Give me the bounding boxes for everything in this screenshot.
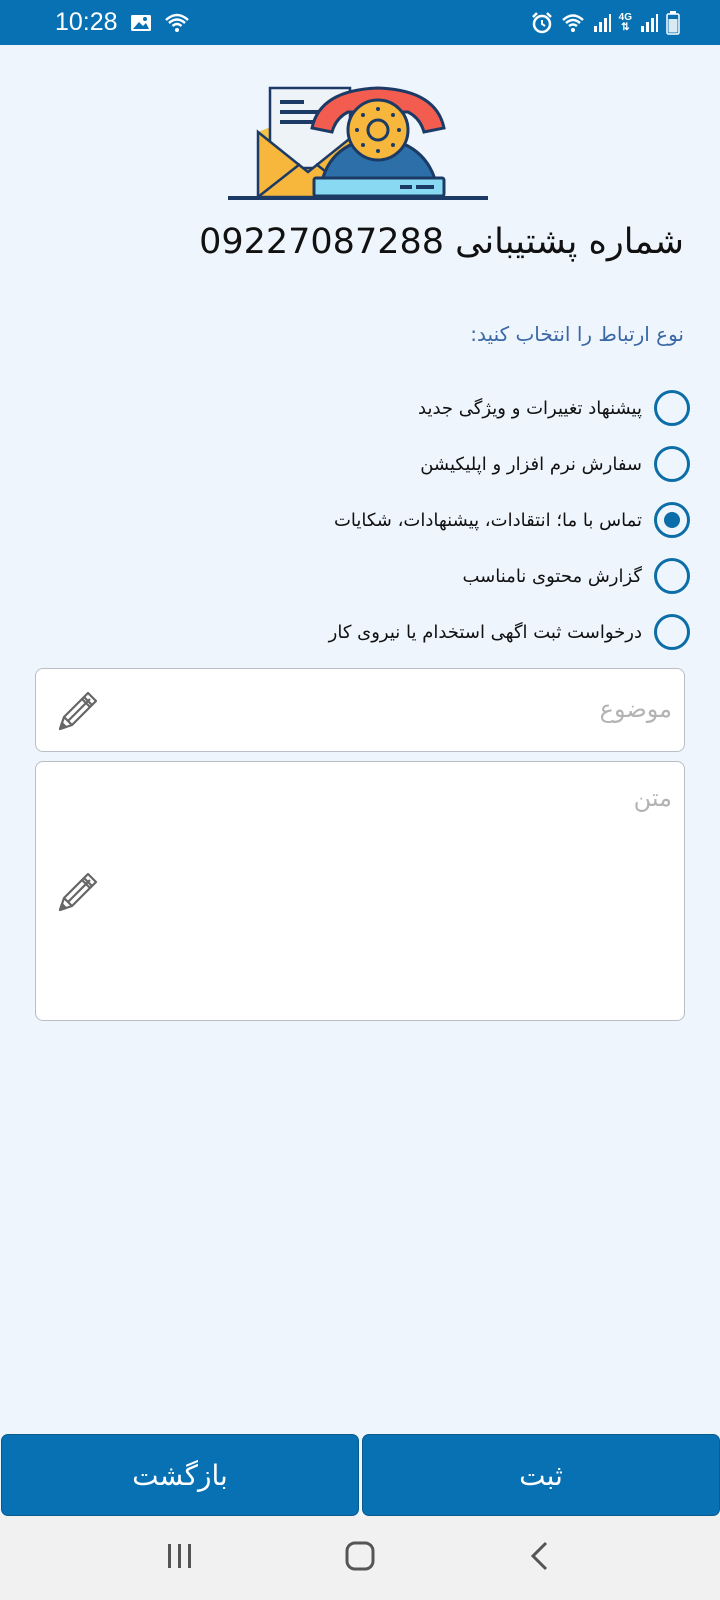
recent-apps-button[interactable] — [150, 1528, 210, 1588]
radio-option-report-content[interactable]: گزارش محتوی نامناسب — [30, 548, 690, 604]
contact-illustration — [228, 82, 492, 204]
support-label: شماره پشتیبانی — [455, 222, 684, 262]
radio-option-contact-us[interactable]: تماس با ما؛ انتقادات، پیشنهادات، شکایات — [30, 492, 690, 548]
radio-option-label: گزارش محتوی نامناسب — [462, 565, 643, 587]
network-type: 4G ⇅ — [618, 11, 632, 33]
radio-option-label: پیشنهاد تغییرات و ویژگی جدید — [418, 397, 642, 419]
contact-type-label: نوع ارتباط را انتخاب کنید: — [470, 322, 684, 346]
subject-field[interactable] — [35, 668, 685, 752]
radio-button[interactable] — [654, 614, 690, 650]
status-time: 10:28 — [55, 8, 118, 36]
support-number-heading: شماره پشتیبانی 09227087288 — [44, 222, 684, 262]
pencil-icon — [52, 685, 104, 737]
home-button[interactable] — [330, 1528, 390, 1588]
gallery-icon — [130, 13, 152, 33]
radio-button[interactable] — [654, 446, 690, 482]
recent-apps-icon — [165, 1542, 195, 1574]
radio-option-feature-request[interactable]: پیشنهاد تغییرات و ویژگی جدید — [30, 380, 690, 436]
radio-button[interactable] — [654, 558, 690, 594]
signal-icon — [592, 13, 612, 33]
wifi-icon — [561, 12, 585, 34]
subject-input[interactable] — [126, 687, 672, 731]
message-field[interactable] — [35, 761, 685, 1021]
system-nav-bar — [0, 1516, 720, 1600]
pencil-icon — [52, 866, 104, 918]
message-textarea[interactable] — [126, 784, 672, 1006]
chevron-left-icon — [528, 1540, 552, 1576]
radio-button-selected[interactable] — [654, 502, 690, 538]
back-button[interactable]: بازگشت — [1, 1434, 359, 1516]
radio-option-label: سفارش نرم افزار و اپلیکیشن — [420, 453, 642, 475]
wifi-question-icon — [164, 12, 190, 34]
radio-option-label: تماس با ما؛ انتقادات، پیشنهادات، شکایات — [333, 509, 642, 531]
radio-option-job-ad[interactable]: درخواست ثبت اگهی استخدام یا نیروی کار — [30, 604, 690, 660]
contact-type-radio-group: پیشنهاد تغییرات و ویژگی جدید سفارش نرم ا… — [30, 380, 690, 660]
status-bar: 10:28 4G ⇅ — [0, 0, 720, 45]
signal-icon-2 — [639, 13, 659, 33]
radio-option-software-order[interactable]: سفارش نرم افزار و اپلیکیشن — [30, 436, 690, 492]
back-nav-button[interactable] — [510, 1528, 570, 1588]
home-icon — [344, 1540, 376, 1576]
battery-icon — [666, 10, 680, 35]
alarm-icon — [530, 11, 554, 35]
submit-button[interactable]: ثبت — [362, 1434, 720, 1516]
support-phone-number[interactable]: 09227087288 — [199, 222, 444, 262]
radio-button[interactable] — [654, 390, 690, 426]
radio-option-label: درخواست ثبت اگهی استخدام یا نیروی کار — [328, 621, 642, 643]
